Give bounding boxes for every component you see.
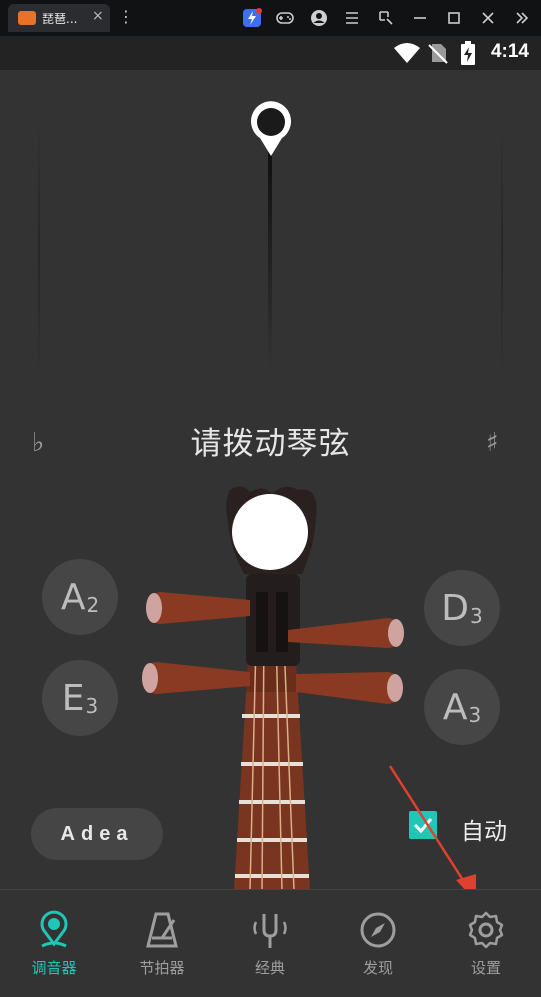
app-tab[interactable]: 琵琶... ×	[8, 4, 110, 32]
string-button-a2[interactable]: A2	[42, 559, 118, 635]
app-icon	[18, 11, 36, 25]
nav-item-classic[interactable]: 经典	[216, 890, 324, 997]
string-note: E	[61, 677, 85, 719]
tab-close-button[interactable]: ×	[92, 8, 104, 24]
status-clock: 4:14	[490, 41, 529, 62]
tuner-pin-icon	[40, 910, 68, 948]
sync-badge-icon[interactable]	[242, 8, 262, 28]
tab-title: 琵琶...	[42, 12, 78, 26]
string-octave: 3	[468, 703, 482, 727]
nav-label: 经典	[254, 959, 285, 977]
metronome-icon	[146, 912, 178, 948]
annotation-arrow	[388, 765, 476, 902]
nav-label: 节拍器	[139, 959, 185, 977]
string-button-d3[interactable]: D3	[424, 570, 500, 646]
no-sim-icon	[428, 44, 448, 64]
tuning-indicator-pin-icon	[251, 101, 291, 156]
account-icon[interactable]	[309, 8, 329, 28]
scale-edge-left	[38, 120, 40, 380]
tuning-preset-button[interactable]: Adea	[31, 808, 163, 860]
pluck-string-prompt: 请拨动琴弦	[190, 426, 351, 462]
string-button-a3[interactable]: A3	[424, 669, 500, 745]
status-bar: 4:14	[0, 36, 541, 70]
gamepad-icon[interactable]	[275, 8, 295, 28]
expand-sidebar-icon[interactable]	[512, 8, 532, 28]
nav-item-metronome[interactable]: 节拍器	[108, 890, 216, 997]
battery-charging-icon	[461, 41, 475, 65]
gear-icon	[468, 911, 504, 949]
nav-label: 设置	[470, 959, 501, 977]
maximize-icon[interactable]	[444, 8, 464, 28]
nav-label: 发现	[362, 959, 393, 977]
string-octave: 3	[470, 604, 483, 628]
tuning-needle	[268, 150, 272, 370]
menu-icon[interactable]	[342, 8, 362, 28]
string-note: A	[60, 576, 86, 618]
pipa-headstock-illustration	[142, 486, 404, 890]
nav-item-tuner[interactable]: 调音器	[0, 890, 108, 997]
nav-item-discover[interactable]: 发现	[324, 890, 432, 997]
nav-label: 调音器	[31, 959, 77, 977]
close-icon[interactable]	[478, 8, 498, 28]
window-titlebar: 琵琶... × ⋮	[0, 0, 541, 36]
wifi-icon	[394, 43, 420, 63]
compass-icon	[360, 912, 396, 948]
string-octave: 2	[86, 593, 100, 617]
scale-edge-right	[501, 120, 503, 380]
string-octave: 3	[85, 694, 99, 718]
tuning-fork-icon	[253, 914, 287, 948]
screenshot-icon[interactable]	[376, 8, 396, 28]
more-menu-icon[interactable]: ⋮	[118, 7, 134, 26]
bottom-nav: 调音器 节拍器 经典 发现 设置	[0, 889, 541, 997]
string-note: D	[441, 587, 469, 629]
string-button-e3[interactable]: E3	[42, 660, 118, 736]
string-note: A	[442, 686, 468, 728]
minimize-icon[interactable]	[410, 8, 430, 28]
nav-item-settings[interactable]: 设置	[432, 890, 540, 997]
